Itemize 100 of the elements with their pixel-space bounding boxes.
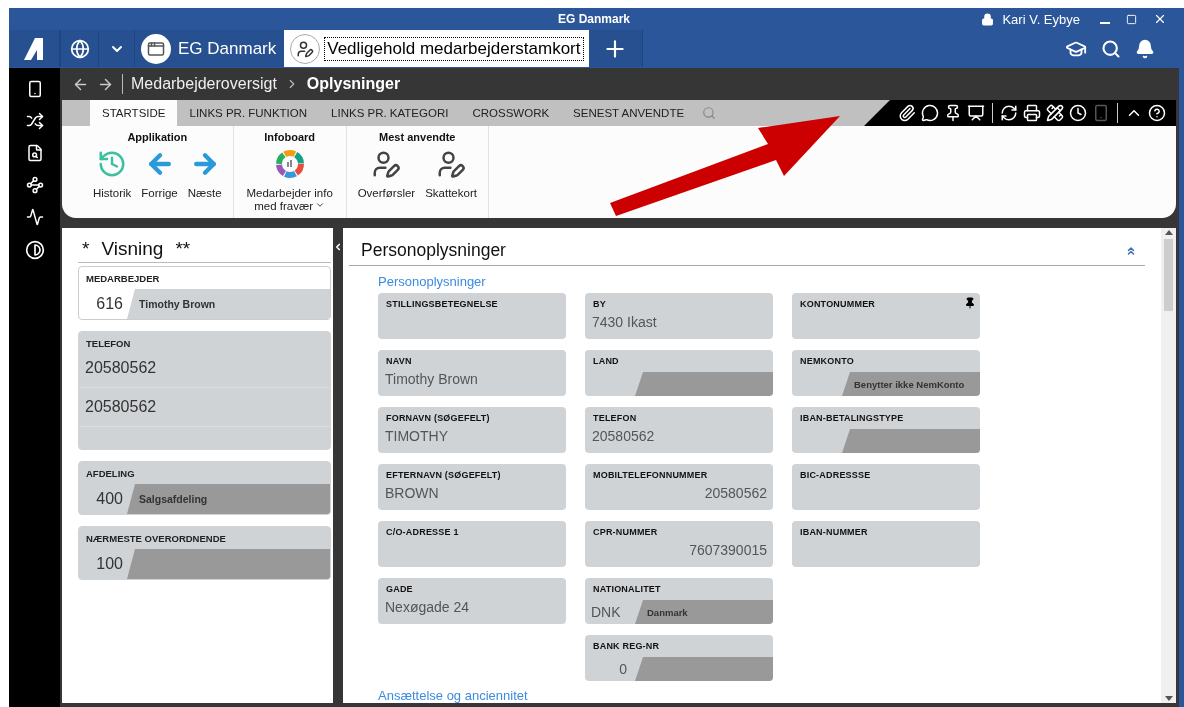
- form-field[interactable]: FORNAVN (SØGEFELT) TIMOTHY: [378, 407, 566, 453]
- info-card[interactable]: MEDARBEJDER 616 Timothy Brown: [78, 266, 331, 320]
- field-code: 0: [618, 661, 628, 677]
- ribbon-tab[interactable]: LINKS PR. FUNKTION: [177, 100, 320, 126]
- ribbon-tab[interactable]: STARTSIDE: [90, 100, 178, 126]
- paperclip-icon[interactable]: [898, 104, 916, 122]
- user-edit-icon: [371, 149, 402, 179]
- user-edit-icon: [296, 39, 315, 58]
- scrollbar[interactable]: [1161, 228, 1176, 703]
- caret-icon: [315, 200, 326, 210]
- help-icon[interactable]: [1148, 104, 1166, 122]
- pin-icon[interactable]: [964, 297, 976, 309]
- group-link[interactable]: Personoplysninger: [378, 274, 1145, 289]
- card-label: TELEFON: [85, 337, 132, 349]
- form-field[interactable]: STILLINGSBETEGNELSE: [378, 293, 566, 339]
- form-field[interactable]: EFTERNAVN (SØGEFELT) BROWN: [378, 464, 566, 510]
- form-field[interactable]: MOBILTELEFONNUMMER 20580562: [585, 464, 773, 510]
- chat-icon[interactable]: [921, 104, 939, 122]
- ribbon-tab[interactable]: SENEST ANVENDTE: [561, 100, 697, 126]
- refresh-icon[interactable]: [1000, 104, 1018, 122]
- dropdown-button[interactable]: [99, 30, 135, 67]
- ribbon-tab[interactable]: LINKS PR. KATEGORI: [319, 100, 461, 126]
- globe-icon: [69, 38, 90, 59]
- shuffle-icon[interactable]: [25, 112, 44, 130]
- field-label: FORNAVN (SØGEFELT): [386, 413, 490, 423]
- ribbon-button[interactable]: Overførsler: [354, 149, 419, 200]
- field-label: BANK REG-NR: [593, 641, 660, 651]
- window-icon: [147, 39, 165, 58]
- title-mark: **: [175, 238, 191, 260]
- form-field[interactable]: NEMKONTO Benytter ikke NemKonto: [792, 350, 980, 396]
- info-card[interactable]: NÆRMESTE OVERORDNENDE 100: [78, 526, 331, 580]
- globe-button[interactable]: [61, 30, 99, 67]
- form-field[interactable]: NATIONALITET DNK Danmark: [585, 578, 773, 624]
- app-tab[interactable]: Vedligehold medarbejderstamkort: [284, 30, 589, 67]
- card-value: 20580562: [79, 388, 330, 427]
- clock-icon[interactable]: [1069, 104, 1087, 122]
- scroll-up-arrow-icon[interactable]: [1164, 230, 1173, 235]
- tools-icon[interactable]: [1046, 104, 1064, 122]
- field-label: TELEFON: [593, 413, 637, 423]
- ribbon-group-title: Infoboard: [264, 131, 315, 143]
- panel-title: Visning: [101, 238, 164, 260]
- new-tab-button[interactable]: [588, 30, 643, 67]
- form-field[interactable]: BIC-ADRESSSE: [792, 464, 980, 510]
- form-field[interactable]: LAND: [585, 350, 773, 396]
- field-label: IBAN-BETALINGSTYPE: [800, 413, 904, 423]
- scroll-down-arrow-icon[interactable]: [1164, 696, 1173, 701]
- card-description: Salgsafdeling: [139, 493, 208, 505]
- document-search-icon[interactable]: [25, 144, 44, 162]
- ribbon-button[interactable]: Skattekort: [422, 149, 480, 200]
- field-label: KONTONUMMER: [800, 299, 876, 309]
- form-field[interactable]: IBAN-NUMMER: [792, 521, 980, 567]
- field-label: NEMKONTO: [800, 356, 854, 366]
- printer-icon[interactable]: [1023, 104, 1041, 122]
- field-label: BY: [593, 299, 606, 309]
- chart-wheel-icon: [274, 149, 305, 179]
- connection-icon[interactable]: [25, 176, 44, 194]
- ribbon-button[interactable]: Medarbejder info med fravær: [241, 149, 338, 213]
- field-description: Benytter ikke NemKonto: [854, 378, 965, 390]
- scroll-thumb[interactable]: [1164, 239, 1173, 311]
- ribbon-button[interactable]: Forrige: [138, 149, 181, 200]
- field-value: 20580562: [703, 484, 768, 501]
- field-code: DNK: [590, 604, 622, 620]
- form-field[interactable]: C/O-ADRESSE 1: [378, 521, 566, 567]
- contrast-icon[interactable]: [24, 240, 45, 260]
- form-field[interactable]: NAVN Timothy Brown: [378, 350, 566, 396]
- app-logo[interactable]: [9, 30, 61, 67]
- form-field[interactable]: TELEFON 20580562: [585, 407, 773, 453]
- ribbon-button[interactable]: Historik: [90, 149, 135, 200]
- breadcrumb-link[interactable]: Medarbejderoversigt: [131, 75, 277, 93]
- card-code: 100: [95, 555, 124, 573]
- app-tab[interactable]: EG Danmark: [135, 30, 285, 67]
- form-field[interactable]: KONTONUMMER: [792, 293, 980, 339]
- card-code: 616: [95, 295, 124, 313]
- field-label: CPR-NUMMER: [593, 527, 658, 537]
- field-label: LAND: [593, 356, 619, 366]
- form-field[interactable]: BY 7430 Ikast: [585, 293, 773, 339]
- bell-icon[interactable]: [1135, 38, 1155, 59]
- ribbon-button[interactable]: Næste: [184, 149, 225, 200]
- maximize-icon: [1126, 13, 1137, 25]
- field-label: BIC-ADRESSSE: [800, 470, 871, 480]
- pin-icon[interactable]: [944, 104, 962, 122]
- form-field[interactable]: IBAN-BETALINGSTYPE: [792, 407, 980, 453]
- card-label: MEDARBEJDER: [85, 272, 161, 284]
- pulse-icon[interactable]: [25, 208, 44, 226]
- field-value: TIMOTHY: [384, 427, 449, 444]
- ribbon-group-title: Mest anvendte: [379, 131, 456, 143]
- group-link[interactable]: Ansættelse og anciennitet: [378, 684, 1145, 703]
- field-value: 20580562: [591, 427, 656, 444]
- info-card[interactable]: AFDELING 400 Salgsafdeling: [78, 461, 331, 515]
- field-description: Danmark: [647, 606, 688, 618]
- form-field[interactable]: BANK REG-NR 0: [585, 635, 773, 681]
- lock-icon: [981, 12, 995, 26]
- ribbon-tab[interactable]: CROSSWORK: [460, 100, 562, 126]
- info-card[interactable]: TELEFON 20580562 20580562: [78, 331, 331, 450]
- search-icon[interactable]: [1101, 38, 1121, 59]
- title-mark: *: [82, 238, 90, 260]
- presentation-icon[interactable]: [967, 104, 985, 122]
- form-field[interactable]: GADE Nexøgade 24: [378, 578, 566, 624]
- form-field[interactable]: CPR-NUMMER 7607390015: [585, 521, 773, 567]
- window-title: EG Danmark: [558, 12, 630, 26]
